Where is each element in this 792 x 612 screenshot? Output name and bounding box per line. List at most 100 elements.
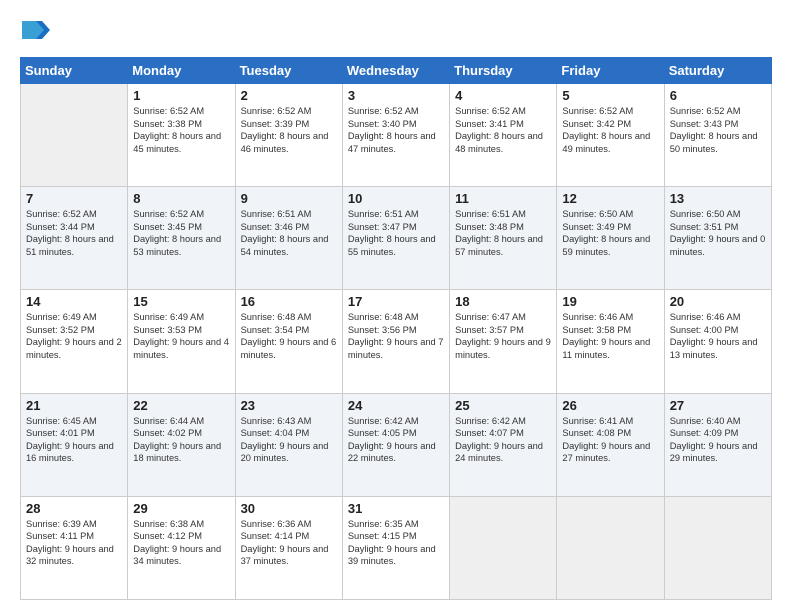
day-number: 9	[241, 191, 337, 206]
calendar-cell: 28 Sunrise: 6:39 AM Sunset: 4:11 PM Dayli…	[21, 496, 128, 599]
header	[20, 16, 772, 49]
weekday-header-tuesday: Tuesday	[235, 58, 342, 84]
day-number: 23	[241, 398, 337, 413]
day-info: Sunrise: 6:43 AM Sunset: 4:04 PM Dayligh…	[241, 415, 337, 465]
calendar-cell: 4 Sunrise: 6:52 AM Sunset: 3:41 PM Daylig…	[450, 84, 557, 187]
calendar-cell	[21, 84, 128, 187]
day-info: Sunrise: 6:42 AM Sunset: 4:05 PM Dayligh…	[348, 415, 444, 465]
day-info: Sunrise: 6:35 AM Sunset: 4:15 PM Dayligh…	[348, 518, 444, 568]
calendar-week-row: 7 Sunrise: 6:52 AM Sunset: 3:44 PM Daylig…	[21, 187, 772, 290]
day-info: Sunrise: 6:52 AM Sunset: 3:42 PM Dayligh…	[562, 105, 658, 155]
weekday-header-friday: Friday	[557, 58, 664, 84]
logo	[20, 16, 50, 49]
day-number: 2	[241, 88, 337, 103]
day-number: 8	[133, 191, 229, 206]
calendar-cell: 5 Sunrise: 6:52 AM Sunset: 3:42 PM Daylig…	[557, 84, 664, 187]
day-number: 28	[26, 501, 122, 516]
calendar-cell: 26Sunrise: 6:41 AM Sunset: 4:08 PM Dayli…	[557, 393, 664, 496]
weekday-header-wednesday: Wednesday	[342, 58, 449, 84]
day-info: Sunrise: 6:49 AM Sunset: 3:52 PM Dayligh…	[26, 311, 122, 361]
calendar-cell: 24 Sunrise: 6:42 AM Sunset: 4:05 PM Dayli…	[342, 393, 449, 496]
calendar-week-row: 1 Sunrise: 6:52 AM Sunset: 3:38 PM Daylig…	[21, 84, 772, 187]
day-number: 31	[348, 501, 444, 516]
day-info: Sunrise: 6:45 AM Sunset: 4:01 PM Dayligh…	[26, 415, 122, 465]
day-info: Sunrise: 6:42 AM Sunset: 4:07 PM Dayligh…	[455, 415, 551, 465]
day-info: Sunrise: 6:52 AM Sunset: 3:44 PM Dayligh…	[26, 208, 122, 258]
weekday-header-thursday: Thursday	[450, 58, 557, 84]
day-number: 18	[455, 294, 551, 309]
day-number: 24	[348, 398, 444, 413]
day-info: Sunrise: 6:50 AM Sunset: 3:49 PM Dayligh…	[562, 208, 658, 258]
calendar-cell: 17Sunrise: 6:48 AM Sunset: 3:56 PM Dayli…	[342, 290, 449, 393]
day-number: 12	[562, 191, 658, 206]
day-number: 20	[670, 294, 766, 309]
calendar-cell	[557, 496, 664, 599]
day-info: Sunrise: 6:48 AM Sunset: 3:56 PM Dayligh…	[348, 311, 444, 361]
calendar-cell: 12 Sunrise: 6:50 AM Sunset: 3:49 PM Dayli…	[557, 187, 664, 290]
day-info: Sunrise: 6:52 AM Sunset: 3:40 PM Dayligh…	[348, 105, 444, 155]
day-info: Sunrise: 6:50 AM Sunset: 3:51 PM Dayligh…	[670, 208, 766, 258]
calendar-cell: 31 Sunrise: 6:35 AM Sunset: 4:15 PM Dayli…	[342, 496, 449, 599]
calendar-cell	[450, 496, 557, 599]
calendar-cell: 23 Sunrise: 6:43 AM Sunset: 4:04 PM Dayli…	[235, 393, 342, 496]
calendar-cell: 18 Sunrise: 6:47 AM Sunset: 3:57 PM Dayli…	[450, 290, 557, 393]
weekday-header-sunday: Sunday	[21, 58, 128, 84]
calendar-cell: 22Sunrise: 6:44 AM Sunset: 4:02 PM Dayli…	[128, 393, 235, 496]
calendar-cell: 8 Sunrise: 6:52 AM Sunset: 3:45 PM Daylig…	[128, 187, 235, 290]
calendar-cell: 6Sunrise: 6:52 AM Sunset: 3:43 PM Daylig…	[664, 84, 771, 187]
calendar-cell: 30Sunrise: 6:36 AM Sunset: 4:14 PM Dayli…	[235, 496, 342, 599]
day-number: 25	[455, 398, 551, 413]
day-info: Sunrise: 6:52 AM Sunset: 3:39 PM Dayligh…	[241, 105, 337, 155]
day-info: Sunrise: 6:47 AM Sunset: 3:57 PM Dayligh…	[455, 311, 551, 361]
day-number: 13	[670, 191, 766, 206]
calendar-week-row: 14 Sunrise: 6:49 AM Sunset: 3:52 PM Dayli…	[21, 290, 772, 393]
day-info: Sunrise: 6:52 AM Sunset: 3:45 PM Dayligh…	[133, 208, 229, 258]
day-info: Sunrise: 6:39 AM Sunset: 4:11 PM Dayligh…	[26, 518, 122, 568]
day-info: Sunrise: 6:48 AM Sunset: 3:54 PM Dayligh…	[241, 311, 337, 361]
weekday-header-saturday: Saturday	[664, 58, 771, 84]
day-info: Sunrise: 6:40 AM Sunset: 4:09 PM Dayligh…	[670, 415, 766, 465]
day-number: 1	[133, 88, 229, 103]
calendar-cell: 29 Sunrise: 6:38 AM Sunset: 4:12 PM Dayli…	[128, 496, 235, 599]
day-number: 7	[26, 191, 122, 206]
calendar-week-row: 28 Sunrise: 6:39 AM Sunset: 4:11 PM Dayli…	[21, 496, 772, 599]
day-number: 11	[455, 191, 551, 206]
day-number: 15	[133, 294, 229, 309]
weekday-header-monday: Monday	[128, 58, 235, 84]
calendar-week-row: 21Sunrise: 6:45 AM Sunset: 4:01 PM Dayli…	[21, 393, 772, 496]
calendar-cell: 20Sunrise: 6:46 AM Sunset: 4:00 PM Dayli…	[664, 290, 771, 393]
calendar-cell: 16Sunrise: 6:48 AM Sunset: 3:54 PM Dayli…	[235, 290, 342, 393]
calendar-cell: 21Sunrise: 6:45 AM Sunset: 4:01 PM Dayli…	[21, 393, 128, 496]
day-number: 19	[562, 294, 658, 309]
day-number: 3	[348, 88, 444, 103]
day-info: Sunrise: 6:51 AM Sunset: 3:48 PM Dayligh…	[455, 208, 551, 258]
day-info: Sunrise: 6:41 AM Sunset: 4:08 PM Dayligh…	[562, 415, 658, 465]
calendar-page: SundayMondayTuesdayWednesdayThursdayFrid…	[0, 0, 792, 612]
day-number: 29	[133, 501, 229, 516]
day-info: Sunrise: 6:52 AM Sunset: 3:41 PM Dayligh…	[455, 105, 551, 155]
day-info: Sunrise: 6:38 AM Sunset: 4:12 PM Dayligh…	[133, 518, 229, 568]
weekday-header-row: SundayMondayTuesdayWednesdayThursdayFrid…	[21, 58, 772, 84]
day-number: 4	[455, 88, 551, 103]
calendar-cell: 2 Sunrise: 6:52 AM Sunset: 3:39 PM Daylig…	[235, 84, 342, 187]
calendar-table: SundayMondayTuesdayWednesdayThursdayFrid…	[20, 57, 772, 600]
calendar-cell: 27 Sunrise: 6:40 AM Sunset: 4:09 PM Dayli…	[664, 393, 771, 496]
day-number: 5	[562, 88, 658, 103]
calendar-cell: 9Sunrise: 6:51 AM Sunset: 3:46 PM Daylig…	[235, 187, 342, 290]
day-number: 22	[133, 398, 229, 413]
calendar-cell	[664, 496, 771, 599]
calendar-cell: 7 Sunrise: 6:52 AM Sunset: 3:44 PM Daylig…	[21, 187, 128, 290]
calendar-cell: 11 Sunrise: 6:51 AM Sunset: 3:48 PM Dayli…	[450, 187, 557, 290]
calendar-cell: 13 Sunrise: 6:50 AM Sunset: 3:51 PM Dayli…	[664, 187, 771, 290]
calendar-cell: 1 Sunrise: 6:52 AM Sunset: 3:38 PM Daylig…	[128, 84, 235, 187]
day-number: 27	[670, 398, 766, 413]
day-number: 14	[26, 294, 122, 309]
calendar-cell: 14 Sunrise: 6:49 AM Sunset: 3:52 PM Dayli…	[21, 290, 128, 393]
day-info: Sunrise: 6:46 AM Sunset: 3:58 PM Dayligh…	[562, 311, 658, 361]
calendar-cell: 19 Sunrise: 6:46 AM Sunset: 3:58 PM Dayli…	[557, 290, 664, 393]
logo-flag-icon	[22, 16, 50, 44]
day-number: 10	[348, 191, 444, 206]
calendar-cell: 25 Sunrise: 6:42 AM Sunset: 4:07 PM Dayli…	[450, 393, 557, 496]
calendar-cell: 15Sunrise: 6:49 AM Sunset: 3:53 PM Dayli…	[128, 290, 235, 393]
day-info: Sunrise: 6:52 AM Sunset: 3:38 PM Dayligh…	[133, 105, 229, 155]
